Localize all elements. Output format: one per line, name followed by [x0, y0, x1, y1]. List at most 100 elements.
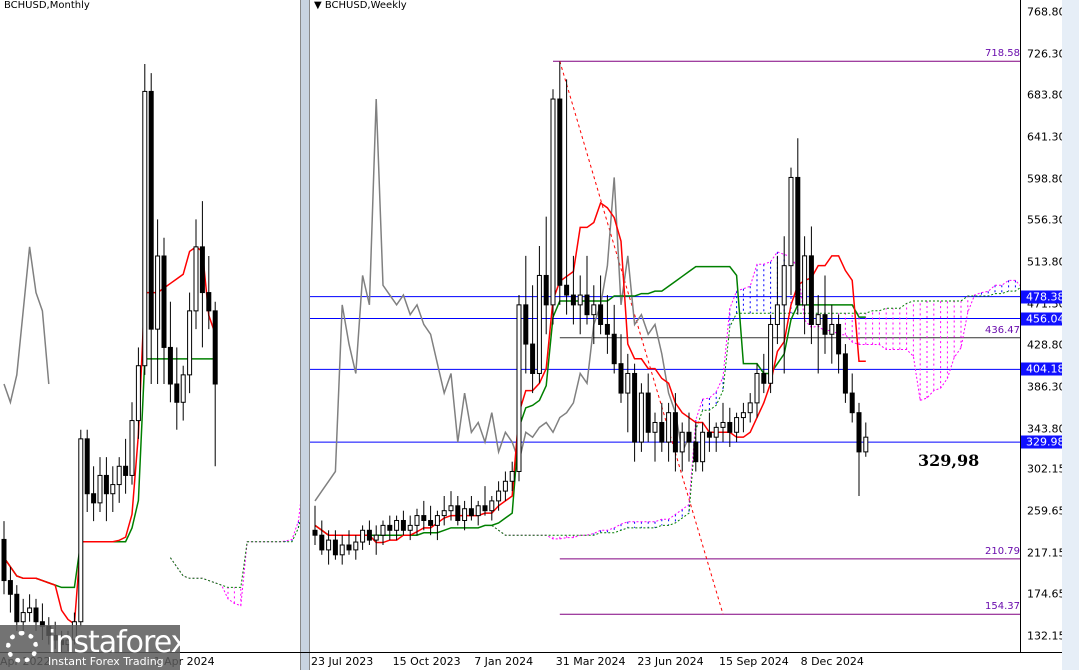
price-tick-label: 641.30 [1027, 130, 1066, 144]
bullish-candle [434, 515, 440, 526]
price-level-badge: 404.18 [1021, 362, 1065, 376]
price-tick-label: 513.80 [1027, 255, 1066, 269]
bearish-candle [836, 323, 842, 355]
bearish-candle [319, 534, 325, 551]
level-label: 154.37 [985, 601, 1020, 613]
bullish-candle [700, 431, 706, 463]
price-tick-label: 598.80 [1027, 172, 1066, 186]
date-tick-label: 23 Jun 2024 [637, 655, 704, 668]
bearish-candle [570, 294, 576, 306]
bearish-candle [400, 519, 406, 531]
bullish-candle [788, 176, 794, 267]
bullish-candle [740, 412, 746, 419]
instaforex-logo: instaforex Instant Forex Trading [0, 625, 188, 670]
bearish-candle [332, 539, 338, 556]
bullish-candle [27, 607, 33, 614]
bearish-candle [14, 593, 20, 623]
bullish-candle [747, 402, 753, 414]
bullish-candle [373, 534, 379, 541]
bullish-candle [407, 524, 413, 531]
bearish-candle [611, 333, 617, 365]
bearish-candle [103, 474, 109, 495]
bullish-candle [193, 246, 199, 312]
price-tick-label: 217.15 [1027, 546, 1066, 560]
bearish-candle [123, 465, 129, 476]
bullish-candle [353, 541, 359, 551]
bearish-candle [1, 538, 7, 582]
bullish-candle [116, 465, 122, 486]
bullish-candle [496, 490, 502, 502]
bearish-candle [91, 493, 97, 504]
bearish-candle [455, 505, 461, 521]
bearish-candle [564, 284, 570, 296]
bearish-candle [795, 176, 801, 306]
price-axis[interactable]: 768.80 726.30 683.80 641.30 598.80 556.30 513.… [1020, 0, 1066, 652]
bearish-candle [174, 383, 180, 403]
bearish-candle [523, 304, 529, 345]
bearish-candle [645, 392, 651, 433]
price-tick-label: 556.30 [1027, 213, 1066, 227]
bearish-candle [632, 372, 638, 443]
bullish-candle [129, 420, 135, 476]
bullish-candle [475, 505, 481, 517]
bullish-candle [863, 436, 869, 453]
bearish-candle [468, 508, 474, 517]
bullish-candle [577, 294, 583, 306]
bearish-candle [761, 372, 767, 384]
bearish-candle [672, 412, 678, 453]
bearish-candle [659, 421, 665, 443]
date-tick-label: 15 Sep 2024 [719, 655, 789, 668]
bearish-candle [161, 255, 167, 348]
bearish-candle [312, 529, 318, 536]
bullish-candle [462, 508, 468, 521]
date-tick-label: 31 Mar 2024 [555, 655, 626, 668]
price-tick-label: 302.15 [1027, 462, 1066, 476]
logo-tagline: Instant Forex Trading [48, 655, 164, 668]
bullish-candle [142, 90, 148, 367]
bullish-candle [360, 529, 366, 543]
bearish-candle [693, 441, 699, 463]
bullish-candle [802, 255, 808, 306]
date-tick-label: 15 Oct 2023 [392, 655, 461, 668]
bullish-candle [187, 310, 193, 376]
bearish-candle [598, 304, 604, 325]
level-label: 210.79 [985, 545, 1020, 557]
bullish-candle [713, 426, 719, 438]
bearish-candle [686, 431, 692, 443]
price-level-badge: 478.38 [1021, 290, 1065, 304]
bullish-candle [502, 480, 508, 492]
bullish-candle [516, 304, 522, 472]
monthly-chart-title: BCHUSD,Monthly [4, 0, 90, 11]
kijun-sen-line [314, 265, 866, 536]
price-tick-label: 259.65 [1027, 504, 1066, 518]
bullish-candle [394, 519, 400, 531]
tenkan-sen-line [3, 245, 216, 626]
price-level-badge: 456.04 [1021, 312, 1065, 326]
price-tick-label: 768.80 [1027, 5, 1066, 19]
bearish-candle [849, 392, 855, 414]
bearish-candle [167, 346, 173, 385]
price-level-badge: 329.98 [1021, 435, 1065, 449]
bullish-candle [536, 274, 542, 374]
price-tick-label: 343.80 [1027, 422, 1066, 436]
bearish-candle [421, 515, 427, 521]
level-label: 718.58 [985, 48, 1020, 60]
bullish-candle [781, 265, 787, 306]
weekly-chart-panel[interactable]: ▼ BCHUSD,Weekly 718.58 436.47 210.79 154.37 [310, 0, 1044, 652]
bearish-candle [530, 343, 536, 374]
date-tick-label: 7 Jan 2024 [474, 655, 534, 668]
price-tick-label: 132.15 [1027, 629, 1066, 643]
bullish-candle [441, 510, 447, 517]
price-tick-label: 683.80 [1027, 88, 1066, 102]
bearish-candle [7, 580, 13, 595]
panel-splitter[interactable] [300, 0, 310, 670]
monthly-chart-panel[interactable]: BCHUSD,Monthly [0, 0, 383, 654]
bullish-candle [768, 323, 774, 384]
bearish-candle [543, 274, 549, 306]
weekly-chart-title-text: BCHUSD,Weekly [324, 0, 407, 11]
bullish-candle [638, 392, 644, 443]
bearish-candle [604, 323, 610, 335]
bullish-candle [625, 372, 631, 394]
bullish-candle [180, 374, 186, 403]
bullish-candle [489, 500, 495, 512]
